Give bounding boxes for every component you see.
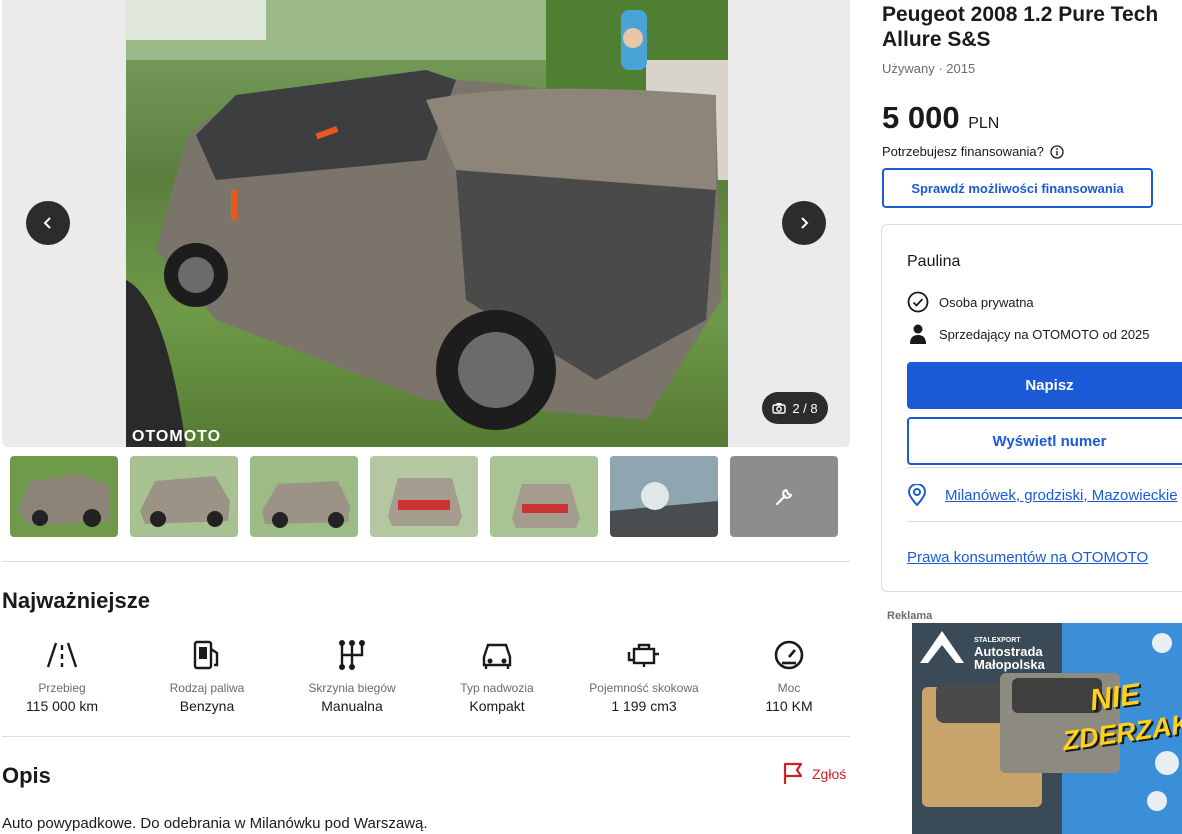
speedometer-icon: [774, 640, 804, 670]
engine-icon: [627, 643, 659, 667]
flag-icon: [783, 762, 803, 784]
ad-brand-line2: Małopolska: [974, 657, 1045, 672]
spec-power: Moc 110 KM: [729, 636, 849, 714]
spec-value: 115 000 km: [25, 698, 99, 714]
thumbnail-1[interactable]: [10, 456, 118, 537]
seller-name: Paulina: [907, 253, 961, 270]
spec-gearbox: Skrzynia biegów Manualna: [292, 636, 412, 714]
next-photo-button[interactable]: [782, 201, 826, 245]
report-button[interactable]: Zgłoś: [782, 762, 846, 786]
thumbnail-3[interactable]: [250, 456, 358, 537]
price-currency: PLN: [968, 115, 1000, 132]
key-specs-title: Najważniejsze: [2, 588, 150, 613]
thumbnail-4[interactable]: [370, 456, 478, 537]
seller-type-text: Osoba prywatna: [939, 294, 1034, 310]
check-circle-icon: [907, 291, 929, 313]
main-photo[interactable]: [126, 0, 728, 447]
spec-mileage: Przebieg 115 000 km: [2, 636, 122, 714]
listing-subtitle: Używany · 2015: [882, 61, 976, 76]
divider: [907, 467, 1182, 468]
photo-counter: 2 / 8: [762, 392, 828, 424]
thumbnail-7-more[interactable]: [730, 456, 838, 537]
description-title: Opis: [2, 763, 51, 788]
thumbnail-6[interactable]: [610, 456, 718, 537]
financing-question: Potrzebujesz finansowania?: [882, 144, 1064, 159]
ad-label: Reklama: [887, 610, 933, 622]
seller-since: Sprzedający na OTOMOTO od 2025: [907, 323, 1150, 345]
thumbnail-2[interactable]: [130, 456, 238, 537]
divider: [2, 736, 850, 737]
ad-brand: Autostrada Małopolska: [974, 645, 1045, 671]
spec-body-type: Typ nadwozia Kompakt: [437, 636, 557, 714]
camera-icon: [772, 403, 787, 414]
financing-question-text: Potrzebujesz finansowania?: [882, 144, 1044, 159]
ad-brand-small: STALEXPORT: [974, 637, 1021, 644]
photo-gallery: 2 / 8 OTOMOTO: [2, 0, 850, 447]
spec-label: Skrzynia biegów: [308, 681, 396, 695]
otomoto-watermark: OTOMOTO: [132, 428, 222, 445]
consumer-rights-link[interactable]: Prawa konsumentów na OTOMOTO: [907, 549, 1148, 566]
divider: [907, 521, 1182, 522]
spec-fuel: Rodzaj paliwa Benzyna: [147, 636, 267, 714]
price: 5 000 PLN: [882, 100, 999, 136]
advertisement-banner[interactable]: STALEXPORT Autostrada Małopolska NIE ZDE…: [912, 623, 1182, 834]
ad-slogan-line1: NIE: [1087, 677, 1142, 718]
location: Milanówek, grodziski, Mazowieckie: [907, 484, 1178, 506]
spec-value: Manualna: [321, 698, 383, 714]
seller-since-text: Sprzedający na OTOMOTO od 2025: [939, 326, 1150, 342]
thumbnail-5[interactable]: [490, 456, 598, 537]
wrench-icon: [776, 488, 793, 505]
seller-type: Osoba prywatna: [907, 291, 1034, 313]
gearbox-icon: [339, 640, 365, 670]
location-link[interactable]: Milanówek, grodziski, Mazowieckie: [945, 487, 1178, 504]
spec-value: 1 199 cm3: [611, 698, 677, 714]
person-icon: [910, 324, 926, 344]
car-body-icon: [482, 643, 512, 669]
divider: [2, 561, 850, 562]
road-icon: [46, 642, 78, 668]
spec-label: Pojemność skokowa: [589, 681, 699, 695]
chevron-right-icon: [801, 217, 809, 229]
description-text: Auto powypadkowe. Do odebrania w Milanów…: [2, 815, 428, 832]
spec-label: Rodzaj paliwa: [169, 681, 245, 695]
price-value: 5 000: [882, 100, 960, 135]
spec-label: Moc: [777, 681, 801, 695]
chevron-left-icon: [43, 217, 51, 229]
previous-photo-button[interactable]: [26, 201, 70, 245]
spec-value: 110 KM: [765, 698, 813, 714]
spec-label: Przebieg: [38, 681, 86, 695]
spec-engine-capacity: Pojemność skokowa 1 199 cm3: [584, 636, 704, 714]
photo-counter-text: 2 / 8: [792, 400, 818, 416]
location-pin-icon: [907, 484, 927, 506]
info-icon[interactable]: [1050, 144, 1064, 159]
financing-button[interactable]: Sprawdź możliwości finansowania: [882, 168, 1153, 208]
show-phone-button[interactable]: Wyświetl numer: [907, 417, 1182, 465]
listing-title: Peugeot 2008 1.2 Pure Tech Allure S&S: [882, 3, 1159, 51]
spec-label: Typ nadwozia: [460, 681, 534, 695]
spec-value: Kompakt: [469, 698, 525, 714]
report-label: Zgłoś: [812, 766, 847, 782]
write-message-button[interactable]: Napisz: [907, 362, 1182, 409]
spec-value: Benzyna: [179, 698, 235, 714]
fuel-pump-icon: [193, 640, 219, 670]
